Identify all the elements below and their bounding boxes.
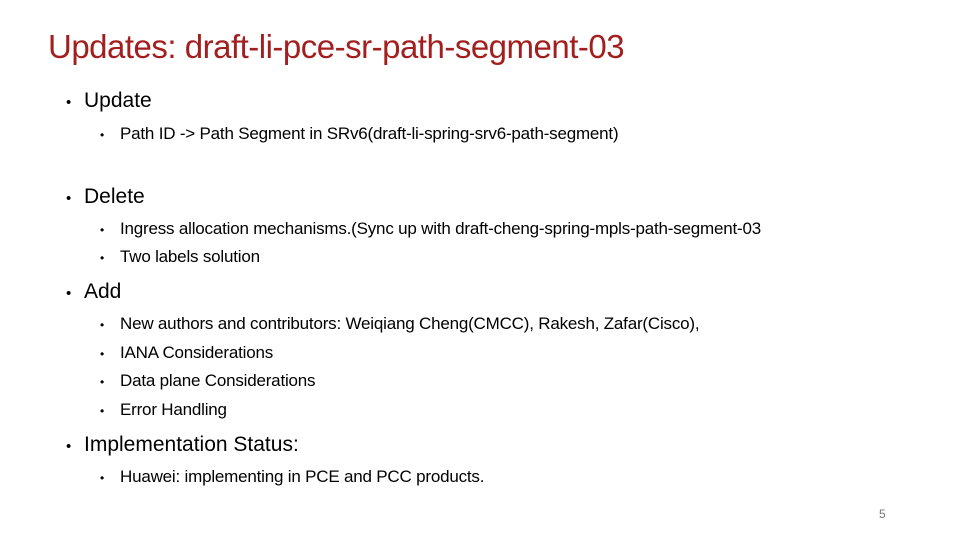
list-item: • Ingress allocation mechanisms.(Sync up… xyxy=(100,219,761,239)
bullet-icon: • xyxy=(100,347,105,361)
section-heading-add: • Add xyxy=(66,280,121,304)
section-heading-text: Delete xyxy=(84,185,145,208)
list-item-text: New authors and contributors: Weiqiang C… xyxy=(120,314,700,333)
list-item-text: Error Handling xyxy=(120,400,227,419)
list-item-text: Two labels solution xyxy=(120,247,260,266)
slide: Updates: draft-li-pce-sr-path-segment-03… xyxy=(0,0,960,540)
list-item: • Huawei: implementing in PCE and PCC pr… xyxy=(100,467,484,487)
list-item: • IANA Considerations xyxy=(100,343,273,363)
section-heading-delete: • Delete xyxy=(66,185,145,209)
bullet-icon: • xyxy=(100,128,105,142)
list-item: • New authors and contributors: Weiqiang… xyxy=(100,314,700,334)
list-item-text: IANA Considerations xyxy=(120,343,274,362)
bullet-icon: • xyxy=(100,404,105,418)
list-item-text: Path ID -> Path Segment in SRv6(draft-li… xyxy=(120,124,619,143)
list-item: • Data plane Considerations xyxy=(100,371,316,391)
bullet-icon: • xyxy=(100,223,105,237)
list-item-text: Data plane Considerations xyxy=(120,371,316,390)
list-item: • Path ID -> Path Segment in SRv6(draft-… xyxy=(100,124,619,144)
section-heading-text: Update xyxy=(84,89,152,112)
list-item: • Error Handling xyxy=(100,400,227,420)
bullet-icon: • xyxy=(66,190,72,207)
page-number: 5 xyxy=(879,507,886,521)
slide-title: Updates: draft-li-pce-sr-path-segment-03 xyxy=(48,28,625,65)
section-heading-text: Add xyxy=(84,280,122,303)
bullet-icon: • xyxy=(100,251,105,265)
section-heading-text: Implementation Status: xyxy=(84,433,299,456)
section-heading-update: • Update xyxy=(66,89,152,113)
bullet-icon: • xyxy=(100,375,105,389)
bullet-icon: • xyxy=(66,94,72,111)
bullet-icon: • xyxy=(66,438,72,455)
bullet-icon: • xyxy=(100,318,105,332)
bullet-icon: • xyxy=(100,471,105,485)
list-item-text: Ingress allocation mechanisms.(Sync up w… xyxy=(120,219,762,238)
section-heading-implementation-status: • Implementation Status: xyxy=(66,433,299,457)
list-item-text: Huawei: implementing in PCE and PCC prod… xyxy=(120,467,485,486)
bullet-icon: • xyxy=(66,285,72,302)
list-item: • Two labels solution xyxy=(100,247,260,267)
